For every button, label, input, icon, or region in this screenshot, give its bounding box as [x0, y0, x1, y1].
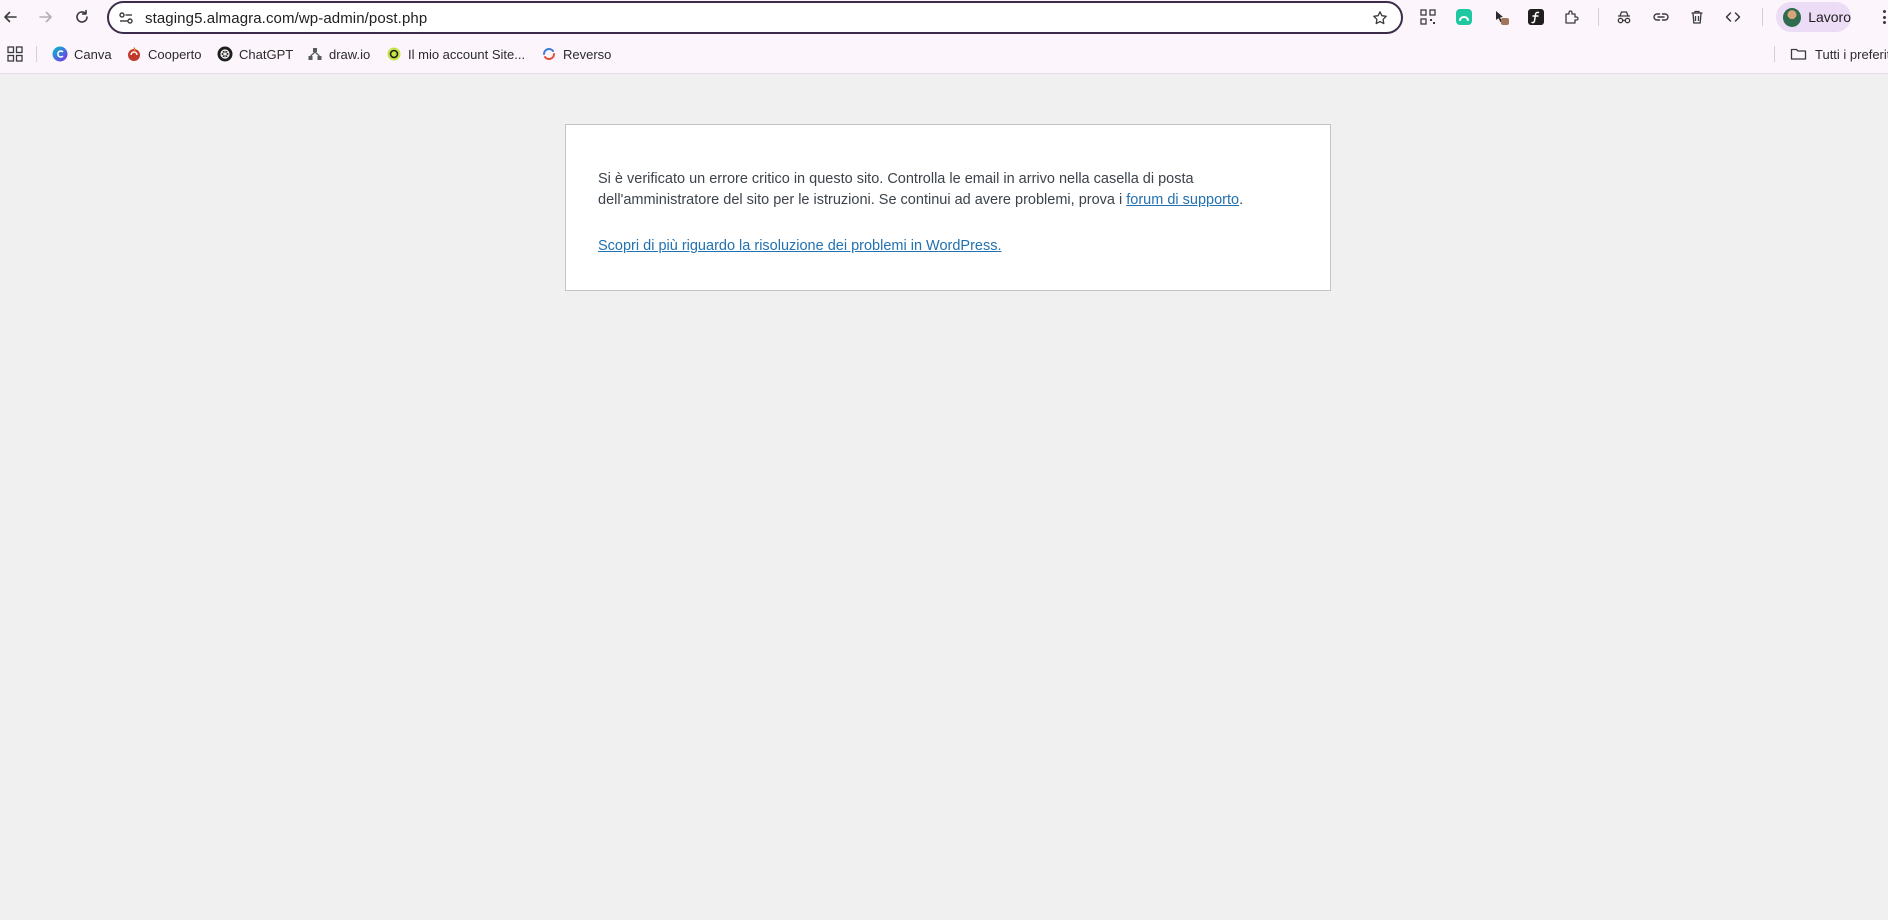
- account-icon: [386, 46, 402, 62]
- forward-icon: [39, 11, 52, 23]
- reload-icon: [76, 9, 88, 23]
- cooperto-icon: [126, 46, 142, 62]
- bookmark-drawio[interactable]: draw.io: [307, 44, 370, 64]
- bookmark-label: Canva: [74, 46, 112, 62]
- bookmark-reverso[interactable]: Reverso: [541, 44, 611, 64]
- canva-icon: [52, 46, 68, 62]
- forward-button[interactable]: [34, 5, 58, 29]
- bookmarks-separator: [36, 46, 37, 62]
- bookmark-label: Cooperto: [148, 46, 202, 62]
- bookmarks-bar: Canva Cooperto ChatGPT draw.io Il mio ac…: [0, 34, 1888, 74]
- menu-dots-icon[interactable]: [1880, 7, 1888, 27]
- bookmark-label: Reverso: [563, 46, 612, 62]
- learn-more-paragraph: Scopri di più riguardo la risoluzione de…: [598, 236, 1298, 257]
- bookmark-star-icon[interactable]: [1371, 9, 1389, 27]
- link-icon[interactable]: [1651, 7, 1671, 27]
- avatar: [1783, 7, 1802, 27]
- extension-f-icon[interactable]: [1526, 7, 1546, 27]
- drawio-icon: [307, 46, 323, 62]
- browser-toolbar: staging5.almagra.com/wp-admin/post.php L…: [0, 0, 1888, 34]
- code-icon[interactable]: [1723, 7, 1743, 27]
- folder-icon: [1790, 48, 1807, 60]
- qr-code-icon[interactable]: [1418, 7, 1438, 27]
- url-text[interactable]: staging5.almagra.com/wp-admin/post.php: [145, 10, 427, 27]
- error-message: Si è verificato un errore critico in que…: [598, 169, 1298, 211]
- bookmarks-separator: [1774, 46, 1775, 62]
- error-message-end: .: [1239, 192, 1244, 208]
- all-bookmarks-label: Tutti i preferiti: [1815, 46, 1888, 62]
- bookmark-canva[interactable]: Canva: [52, 44, 112, 64]
- back-button[interactable]: [0, 5, 22, 29]
- site-info-icon[interactable]: [117, 9, 135, 27]
- address-bar[interactable]: staging5.almagra.com/wp-admin/post.php: [107, 1, 1403, 34]
- profile-button[interactable]: Lavoro: [1776, 2, 1851, 32]
- bookmark-label: Il mio account Site...: [408, 46, 526, 62]
- extension-cursor-icon[interactable]: [1491, 7, 1511, 27]
- profile-name: Lavoro: [1808, 9, 1851, 25]
- bookmark-account[interactable]: Il mio account Site...: [386, 44, 525, 64]
- chatgpt-icon: [217, 46, 233, 62]
- bookmark-label: ChatGPT: [239, 46, 294, 62]
- all-bookmarks-button[interactable]: Tutti i preferiti: [1790, 44, 1888, 64]
- bookmark-cooperto[interactable]: Cooperto: [126, 44, 201, 64]
- reload-button[interactable]: [70, 5, 94, 29]
- incognito-icon[interactable]: [1614, 7, 1634, 27]
- apps-grid-icon[interactable]: [7, 46, 23, 62]
- reverso-icon: [541, 46, 557, 62]
- back-icon: [4, 11, 17, 23]
- learn-more-link[interactable]: Scopri di più riguardo la risoluzione de…: [598, 238, 1002, 254]
- support-forum-link[interactable]: forum di supporto: [1126, 192, 1239, 208]
- bookmark-chatgpt[interactable]: ChatGPT: [217, 44, 293, 64]
- error-message-box: Si è verificato un errore critico in que…: [565, 124, 1331, 291]
- trash-icon[interactable]: [1687, 7, 1707, 27]
- extension-green-icon[interactable]: [1454, 7, 1474, 27]
- error-message-text: Si è verificato un errore critico in que…: [598, 171, 1194, 208]
- puzzle-icon[interactable]: [1562, 7, 1582, 27]
- toolbar-separator: [1762, 8, 1763, 26]
- bookmark-label: draw.io: [329, 46, 371, 62]
- toolbar-separator: [1598, 8, 1599, 26]
